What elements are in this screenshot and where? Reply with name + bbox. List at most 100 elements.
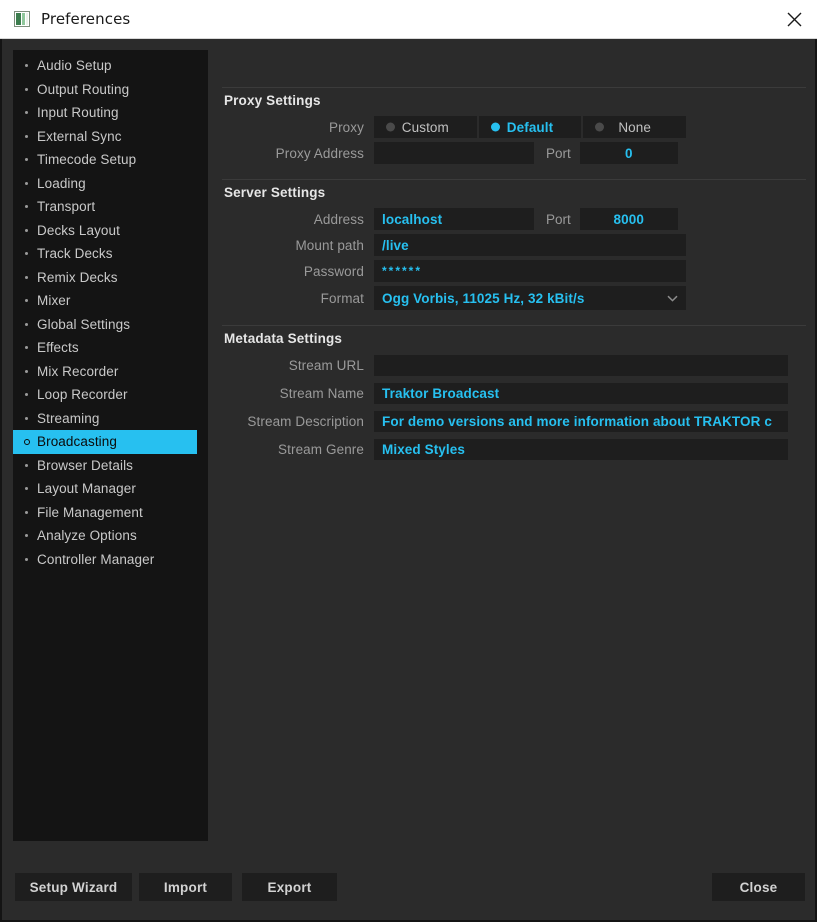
- bullet-icon: [25, 416, 37, 420]
- server-address-row: Address localhost Port 8000: [222, 208, 806, 230]
- sidebar-item-input-routing[interactable]: Input Routing: [13, 101, 208, 125]
- bullet-icon: [25, 134, 37, 138]
- window-title: Preferences: [41, 10, 131, 28]
- proxy-radio-group: Custom Default None: [374, 116, 687, 138]
- sidebar-item-analyze-options[interactable]: Analyze Options: [13, 524, 208, 548]
- proxy-option-none[interactable]: None: [583, 116, 687, 138]
- sidebar-item-loop-recorder[interactable]: Loop Recorder: [13, 383, 208, 407]
- stream-name-label: Stream Name: [279, 385, 364, 401]
- bullet-icon: [25, 275, 37, 279]
- proxy-option-none-label: None: [618, 119, 652, 135]
- password-row: Password ******: [222, 260, 806, 282]
- sidebar-item-output-routing[interactable]: Output Routing: [13, 78, 208, 102]
- sidebar-item-label: Audio Setup: [37, 58, 112, 74]
- server-port-label: Port: [546, 211, 571, 227]
- server-settings-section: Server Settings Address localhost Port 8…: [222, 179, 806, 310]
- stream-name-input[interactable]: Traktor Broadcast: [374, 382, 788, 404]
- sidebar-item-label: Mixer: [37, 293, 71, 309]
- bullet-icon: [25, 463, 37, 467]
- proxy-settings-title: Proxy Settings: [224, 93, 321, 108]
- sidebar-item-label: Controller Manager: [37, 551, 155, 567]
- preferences-window-icon: [14, 11, 30, 27]
- mount-path-row: Mount path /live: [222, 234, 806, 256]
- section-divider: [222, 179, 806, 180]
- export-button[interactable]: Export: [242, 873, 337, 901]
- sidebar-item-timecode-setup[interactable]: Timecode Setup: [13, 148, 208, 172]
- sidebar-item-audio-setup[interactable]: Audio Setup: [13, 54, 208, 78]
- sidebar-item-label: Effects: [37, 340, 79, 356]
- stream-genre-input[interactable]: Mixed Styles: [374, 438, 788, 460]
- sidebar-item-label: Loop Recorder: [37, 387, 128, 403]
- section-divider: [222, 87, 806, 88]
- broadcasting-settings-panel: Proxy Settings Proxy Custom Default None…: [222, 87, 806, 850]
- sidebar-item-remix-decks[interactable]: Remix Decks: [13, 266, 208, 290]
- sidebar-item-label: Input Routing: [37, 105, 119, 121]
- radio-knob-icon: [386, 122, 395, 132]
- sidebar-item-label: Decks Layout: [37, 222, 120, 238]
- sidebar-item-mix-recorder[interactable]: Mix Recorder: [13, 360, 208, 384]
- sidebar-item-transport[interactable]: Transport: [13, 195, 208, 219]
- server-settings-title: Server Settings: [224, 185, 326, 200]
- proxy-port-label: Port: [546, 145, 571, 161]
- sidebar-item-file-management[interactable]: File Management: [13, 501, 208, 525]
- sidebar-item-label: Transport: [37, 199, 96, 215]
- sidebar-item-track-decks[interactable]: Track Decks: [13, 242, 208, 266]
- bullet-icon: [25, 322, 37, 326]
- format-label: Format: [320, 290, 364, 306]
- sidebar-item-mixer[interactable]: Mixer: [13, 289, 208, 313]
- proxy-option-default[interactable]: Default: [478, 116, 582, 138]
- sidebar-item-decks-layout[interactable]: Decks Layout: [13, 219, 208, 243]
- section-divider: [222, 325, 806, 326]
- stream-description-input[interactable]: For demo versions and more information a…: [374, 410, 788, 432]
- sidebar-item-label: Browser Details: [37, 457, 134, 473]
- bullet-icon: [25, 299, 37, 303]
- bullet-icon: [25, 158, 37, 162]
- sidebar-item-label: Remix Decks: [37, 269, 118, 285]
- metadata-settings-title: Metadata Settings: [224, 331, 343, 346]
- import-button[interactable]: Import: [139, 873, 232, 901]
- proxy-address-label: Proxy Address: [275, 145, 364, 161]
- format-select-value: Ogg Vorbis, 11025 Hz, 32 kBit/s: [382, 290, 585, 306]
- sidebar-item-global-settings[interactable]: Global Settings: [13, 313, 208, 337]
- sidebar-item-external-sync[interactable]: External Sync: [13, 125, 208, 149]
- sidebar-item-label: Mix Recorder: [37, 363, 119, 379]
- sidebar-item-streaming[interactable]: Streaming: [13, 407, 208, 431]
- setup-wizard-button[interactable]: Setup Wizard: [15, 873, 132, 901]
- sidebar-item-label: Analyze Options: [37, 528, 137, 544]
- bullet-icon: [25, 64, 37, 68]
- server-port-input[interactable]: 8000: [579, 208, 678, 230]
- sidebar-item-controller-manager[interactable]: Controller Manager: [13, 548, 208, 572]
- proxy-option-custom[interactable]: Custom: [374, 116, 477, 138]
- mount-path-input[interactable]: /live: [374, 234, 686, 256]
- close-icon[interactable]: [771, 0, 817, 38]
- chevron-down-icon: [667, 295, 678, 302]
- password-input[interactable]: ******: [374, 260, 686, 282]
- close-button[interactable]: Close: [712, 873, 805, 901]
- window-body: Audio Setup Output Routing Input Routing Ex…: [0, 39, 817, 922]
- bullet-icon: [25, 534, 37, 538]
- sidebar-item-loading[interactable]: Loading: [13, 172, 208, 196]
- dialog-footer: Setup Wizard Import Export Close: [2, 862, 815, 922]
- stream-url-input[interactable]: [374, 354, 788, 376]
- sidebar-item-effects[interactable]: Effects: [13, 336, 208, 360]
- server-address-input[interactable]: localhost: [374, 208, 534, 230]
- bullet-icon: [25, 228, 37, 232]
- sidebar-item-broadcasting[interactable]: Broadcasting: [13, 430, 197, 454]
- sidebar-item-layout-manager[interactable]: Layout Manager: [13, 477, 208, 501]
- sidebar-item-label: Loading: [37, 175, 86, 191]
- sidebar-item-label: Global Settings: [37, 316, 131, 332]
- sidebar-item-label: Output Routing: [37, 81, 130, 97]
- sidebar-item-browser-details[interactable]: Browser Details: [13, 454, 208, 478]
- proxy-option-custom-label: Custom: [401, 119, 449, 135]
- format-select[interactable]: Ogg Vorbis, 11025 Hz, 32 kBit/s: [374, 286, 686, 310]
- sidebar-item-label: Timecode Setup: [37, 152, 137, 168]
- bullet-icon: [25, 346, 37, 350]
- sidebar-item-label: File Management: [37, 504, 143, 520]
- bullet-icon: [25, 252, 37, 256]
- metadata-settings-section: Metadata Settings Stream URL Stream Name…: [222, 325, 806, 460]
- proxy-address-input[interactable]: [374, 142, 534, 164]
- proxy-settings-section: Proxy Settings Proxy Custom Default None…: [222, 87, 806, 164]
- sidebar-item-label: Track Decks: [37, 246, 113, 262]
- proxy-port-input[interactable]: 0: [579, 142, 678, 164]
- proxy-address-row: Proxy Address Port 0: [222, 142, 806, 164]
